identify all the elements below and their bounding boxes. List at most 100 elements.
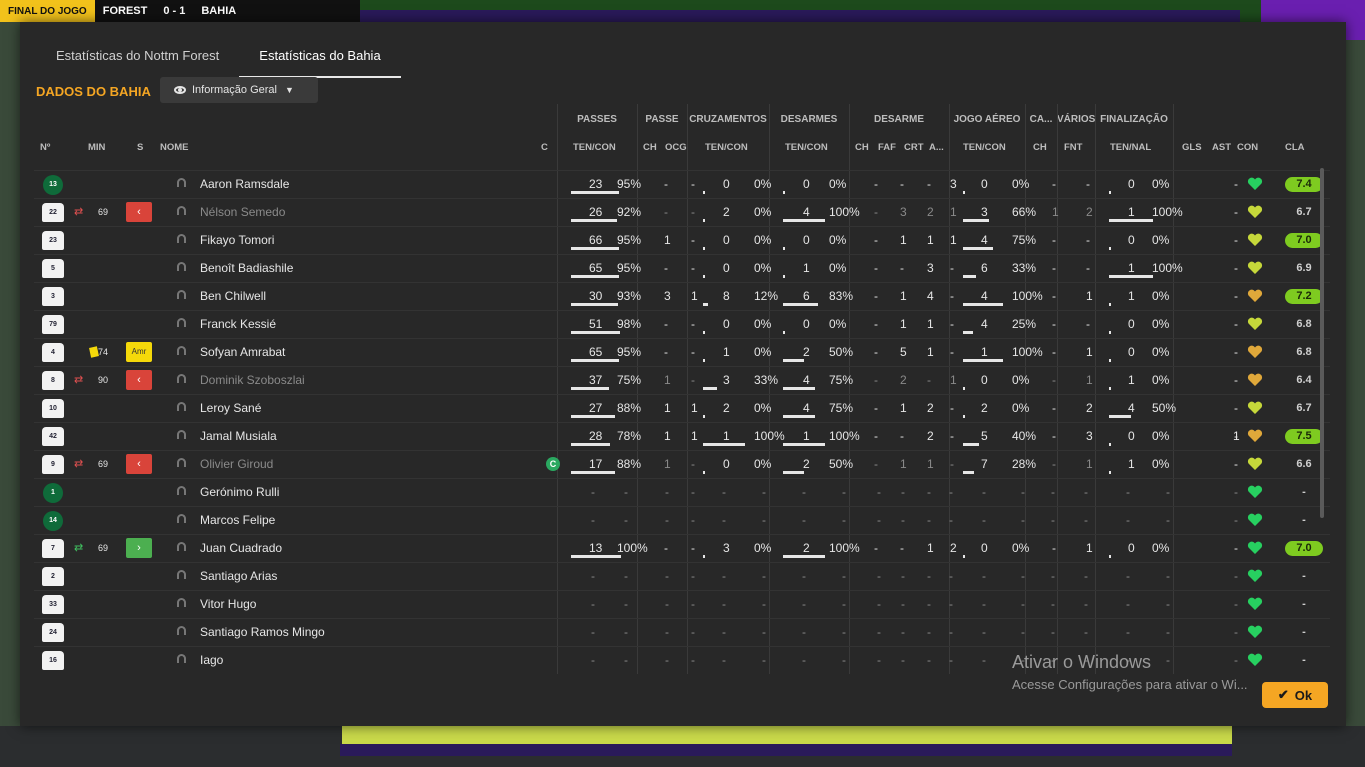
stat-cell: -	[722, 513, 726, 527]
stat-cell: -	[691, 513, 695, 527]
table-row[interactable]: 22 ⇄ ‹ 69 Nélson Semedo 26 92% - -2 0% 4 100% -3 2 1 3 6…	[34, 198, 1330, 227]
column-header-ca-ch[interactable]: CH	[1033, 142, 1047, 153]
table-row[interactable]: 24 Santiago Ramos Mingo - - - - - - - - - - - - - - - - - -…	[34, 618, 1330, 647]
player-name[interactable]: Juan Cuadrado	[200, 535, 282, 563]
stat-cell: 0%	[754, 177, 772, 191]
stat-cell: 1	[1086, 373, 1093, 387]
stat-cell: -	[1126, 569, 1130, 583]
ratio-bar	[783, 387, 815, 390]
stat-cell: -	[949, 653, 953, 667]
column-header-ast[interactable]: AST	[1212, 142, 1231, 153]
table-row[interactable]: 23 Fikayo Tomori 66 95% 1 - 0 0% 0 0% - 1 1 1 4 75% - - 0 0…	[34, 226, 1330, 255]
ok-button[interactable]: ✔ Ok	[1262, 682, 1328, 708]
column-header-min[interactable]: MIN	[88, 142, 105, 153]
ratio-bar	[571, 219, 617, 222]
stat-cell: -	[1052, 289, 1056, 303]
column-header-c[interactable]: C	[541, 142, 548, 153]
table-row[interactable]: 1 Gerónimo Rulli - - - - - - - - - - - - - - - - - - - -	[34, 478, 1330, 507]
column-header-des-crt[interactable]: CRT	[904, 142, 924, 153]
column-header-no[interactable]: Nº	[40, 142, 50, 153]
table-row[interactable]: 4 Amr 74 Sofyan Amrabat 65 95% - - 1 0% 2 50% - 5 1 - 1 1…	[34, 338, 1330, 367]
player-name[interactable]: Leroy Sané	[200, 395, 261, 423]
column-header-final[interactable]: TEN/NAL	[1110, 142, 1151, 153]
tab-bahia-stats[interactable]: Estatísticas do Bahia	[239, 42, 401, 78]
view-dropdown[interactable]: Informação Geral ▼	[160, 77, 318, 103]
stat-cell: -	[665, 485, 669, 499]
tab-forest-stats[interactable]: Estatísticas do Nottm Forest	[36, 42, 239, 76]
player-name[interactable]: Dominik Szoboszlai	[200, 367, 305, 395]
scrollbar[interactable]	[1320, 168, 1324, 518]
ratio-bar	[571, 443, 610, 446]
player-name[interactable]: Nélson Semedo	[200, 199, 285, 227]
player-name[interactable]: Benoît Badiashile	[200, 255, 293, 283]
column-header-name[interactable]: NOME	[160, 142, 189, 153]
player-name[interactable]: Jamal Musiala	[200, 423, 277, 451]
headset-icon	[177, 346, 186, 355]
column-header-desarmes[interactable]: TEN/CON	[785, 142, 828, 153]
stat-cell: 3	[981, 205, 988, 219]
column-header-passe-ch[interactable]: CH	[643, 142, 657, 153]
table-row[interactable]: 79 Franck Kessié 51 98% - - 0 0% 0 0% - 1 1 - 4 25% - - 0 0…	[34, 310, 1330, 339]
player-name[interactable]: Vitor Hugo	[200, 591, 256, 619]
player-name[interactable]: Iago	[200, 647, 223, 674]
player-name[interactable]: Aaron Ramsdale	[200, 171, 289, 199]
column-header-des-ch[interactable]: CH	[855, 142, 869, 153]
player-name[interactable]: Ben Chilwell	[200, 283, 266, 311]
column-header-s[interactable]: S	[137, 142, 143, 153]
column-header-passes[interactable]: TEN/CON	[573, 142, 616, 153]
player-name[interactable]: Santiago Ramos Mingo	[200, 619, 325, 647]
stat-cell: -	[1084, 625, 1088, 639]
ratio-bar	[703, 555, 705, 558]
stat-cell: -	[901, 569, 905, 583]
table-row[interactable]: 2 Santiago Arias - - - - - - - - - - - - - - - - - - - -	[34, 562, 1330, 591]
stat-cell: -	[1086, 261, 1090, 275]
player-name[interactable]: Fikayo Tomori	[200, 227, 274, 255]
player-name[interactable]: Santiago Arias	[200, 563, 277, 591]
stat-cell: 100%	[617, 541, 648, 555]
player-name[interactable]: Franck Kessié	[200, 311, 276, 339]
column-header-gls[interactable]: GLS	[1182, 142, 1202, 153]
stat-cell: 2	[927, 429, 934, 443]
stat-cell: 95%	[617, 345, 642, 359]
table-row[interactable]: 14 Marcos Felipe - - - - - - - - - - - - - - - - - - - -	[34, 506, 1330, 535]
stat-cell: -	[874, 205, 878, 219]
table-row[interactable]: 13 Aaron Ramsdale 23 95% - - 0 0% 0 0% - - - 3 0 0% - - 0 0…	[34, 170, 1330, 199]
stat-cell: 2	[950, 541, 957, 555]
group-header: DESARME	[873, 114, 924, 125]
stat-cell: -	[949, 569, 953, 583]
column-header-aereo[interactable]: TEN/CON	[963, 142, 1006, 153]
stat-cell: 66%	[1012, 205, 1037, 219]
table-row[interactable]: 7 ⇄ › 69 Juan Cuadrado 13 100% - -3 0% 2 100% - -1 2 0 0…	[34, 534, 1330, 563]
stat-cell: 75%	[829, 373, 854, 387]
group-header: CA...	[1029, 114, 1053, 125]
table-row[interactable]: 10 Leroy Sané 27 88% 1 1 2 0% 4 75% - 1 2 - 2 0% - 2 4 50% -…	[34, 394, 1330, 423]
column-header-con[interactable]: CON	[1237, 142, 1258, 153]
column-header-varios[interactable]: FNT	[1064, 142, 1082, 153]
player-name[interactable]: Gerónimo Rulli	[200, 479, 279, 507]
player-name[interactable]: Olivier Giroud	[200, 451, 273, 479]
column-header-cla[interactable]: CLA	[1285, 142, 1305, 153]
stat-cell: -	[877, 653, 881, 667]
sub-out-badge: ‹	[126, 454, 152, 474]
column-header-cruz[interactable]: TEN/CON	[705, 142, 748, 153]
table-row[interactable]: 8 ⇄ ‹ 90 Dominik Szoboszlai 37 75% 1 - 3 33% 4 75% - 2…	[34, 366, 1330, 395]
table-row[interactable]: 42 Jamal Musiala 28 78% 1 1 1 100% 1 100% - -2-5 40%…	[34, 422, 1330, 451]
table-row[interactable]: 33 Vitor Hugo - - - - - - - - - - - - - - - - - - - -	[34, 590, 1330, 619]
stat-cell: -	[874, 401, 878, 415]
stat-cell: 1	[900, 457, 907, 471]
table-row[interactable]: 3 Ben Chilwell 30 93% 3 1 8 12% 6 83% -1 4-4 100% -1 1…	[34, 282, 1330, 311]
column-header-passe-ocg[interactable]: OCG	[665, 142, 687, 153]
stat-cell: 8	[723, 289, 730, 303]
ratio-bar	[703, 331, 705, 334]
windows-watermark: Ativar o Windows Acesse Configurações pa…	[1012, 652, 1248, 692]
table-row[interactable]: 5 Benoît Badiashile 65 95% - - 0 0% 1 0% - - 3 - 6 33% -…	[34, 254, 1330, 283]
table-row[interactable]: 9 ⇄ ‹ 69 Olivier Giroud C 17 88% 1 - 0 0% 2 50% - 1 1 - 7 2…	[34, 450, 1330, 479]
player-name[interactable]: Marcos Felipe	[200, 507, 275, 535]
column-header-des-a[interactable]: A...	[929, 142, 944, 153]
column-header-des-faf[interactable]: FAF	[878, 142, 896, 153]
stat-cell: -	[624, 625, 628, 639]
stat-cell: -	[874, 233, 878, 247]
stat-cell: 75%	[617, 373, 642, 387]
player-name[interactable]: Sofyan Amrabat	[200, 339, 285, 367]
headset-icon	[177, 402, 186, 411]
